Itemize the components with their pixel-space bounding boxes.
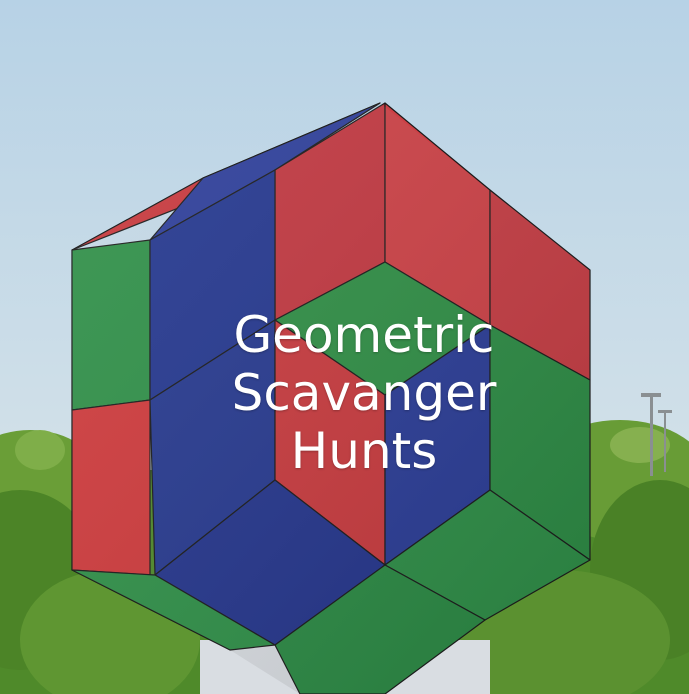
overlay-title: Geometric Scavanger Hunts [0,306,689,480]
title-line-2: Scavanger [231,364,497,422]
title-line-3: Hunts [290,422,438,480]
title-line-1: Geometric [233,306,495,364]
